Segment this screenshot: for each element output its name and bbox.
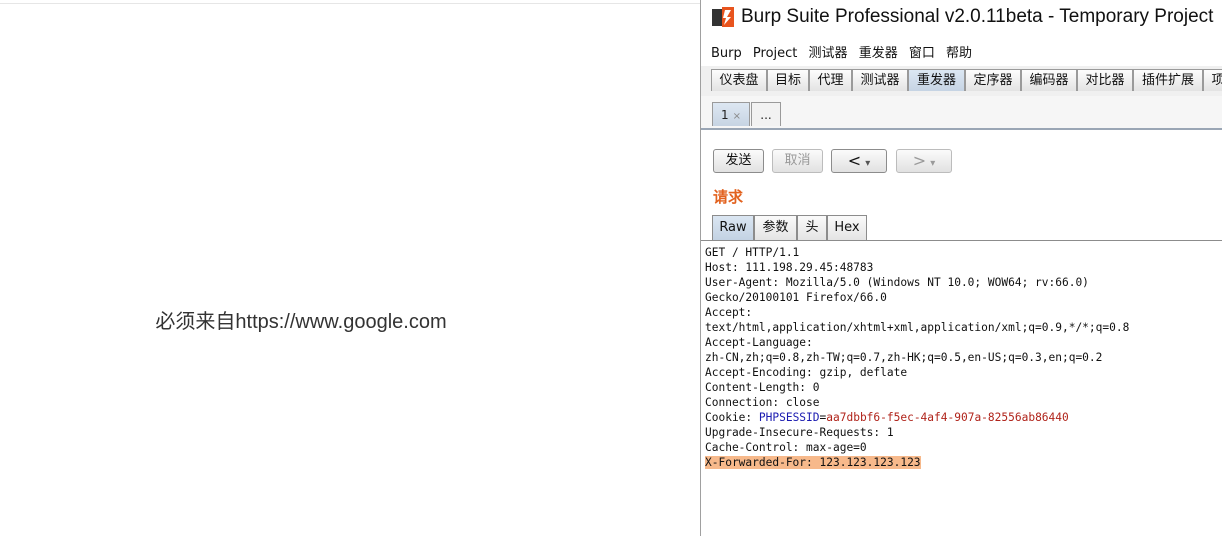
cookie-line: Cookie: PHPSESSID=aa7dbbf6-f5ec-4af4-907… (705, 410, 1221, 425)
header-line: Accept: (705, 306, 753, 319)
cookie-name: PHPSESSID (758, 411, 820, 424)
menu-bar: Burp Project 测试器 重发器 窗口 帮助 (701, 42, 972, 62)
window-title: Burp Suite Professional v2.0.11beta - Te… (741, 6, 1214, 27)
request-label: 请求 (713, 188, 744, 206)
header-line: Cache-Control: max-age=0 (705, 441, 867, 454)
repeater-tab-1[interactable]: 1 × (712, 102, 750, 126)
tab-proxy[interactable]: 代理 (809, 69, 852, 91)
tab-target[interactable]: 目标 (767, 69, 809, 91)
menu-project[interactable]: Project (753, 46, 797, 61)
tab-headers[interactable]: 头 (797, 215, 827, 240)
browser-page: 必须来自https://www.google.com (0, 0, 700, 536)
cookie-value: aa7dbbf6-f5ec-4af4-907a-82556ab86440 (826, 411, 1069, 424)
header-line: zh-CN,zh;q=0.8,zh-TW;q=0.7,zh-HK;q=0.5,e… (705, 351, 1103, 364)
chevron-left-icon: < (847, 151, 862, 170)
repeater-tab-label: 1 (720, 108, 729, 122)
menu-burp[interactable]: Burp (711, 46, 742, 61)
editor-top-border (701, 240, 1222, 241)
header-line: Gecko/20100101 Firefox/66.0 (705, 291, 887, 304)
burp-window: Burp Suite Professional v2.0.11beta - Te… (700, 0, 1222, 536)
xff-header-line: X-Forwarded-For: 123.123.123.123 (705, 456, 921, 469)
tab-hex[interactable]: Hex (827, 215, 867, 240)
browser-message: 必须来自https://www.google.com (155, 311, 447, 333)
header-line: Content-Length: 0 (705, 381, 820, 394)
tab-intruder[interactable]: 测试器 (852, 69, 908, 91)
forward-button[interactable]: > ▾ (896, 149, 952, 173)
tab-dashboard[interactable]: 仪表盘 (711, 69, 767, 91)
header-line: User-Agent: Mozilla/5.0 (Windows NT 10.0… (705, 276, 1089, 289)
header-line: Accept-Encoding: gzip, deflate (705, 366, 908, 379)
title-bar: Burp Suite Professional v2.0.11beta - Te… (701, 0, 1222, 36)
cancel-button[interactable]: 取消 (772, 149, 823, 173)
tab-sequencer[interactable]: 定序器 (965, 69, 1021, 91)
request-editor[interactable]: GET / HTTP/1.1 Host: 111.198.29.45:48783 U… (705, 245, 1221, 470)
request-line: GET / HTTP/1.1 (705, 246, 800, 259)
send-button[interactable]: 发送 (713, 149, 764, 173)
header-line: Host: 111.198.29.45:48783 (705, 261, 874, 274)
tab-comparer[interactable]: 对比器 (1077, 69, 1133, 91)
menu-repeater[interactable]: 重发器 (859, 42, 898, 61)
close-icon[interactable]: × (733, 111, 741, 122)
tab-decoder[interactable]: 编码器 (1021, 69, 1077, 91)
chevron-right-icon: > (912, 151, 927, 170)
header-line: text/html,application/xhtml+xml,applicat… (705, 321, 1130, 334)
request-toolbar: 发送 取消 < ▾ > ▾ 请求 Raw 参数 头 Hex (701, 130, 1222, 240)
menu-intruder[interactable]: 测试器 (809, 42, 848, 61)
new-tab-button[interactable]: ... (751, 102, 781, 126)
cookie-prefix: Cookie: (705, 411, 759, 424)
main-tabs: 仪表盘 目标 代理 测试器 重发器 定序器 编码器 对比器 插件扩展 项 (701, 66, 1222, 98)
menu-window[interactable]: 窗口 (909, 42, 935, 61)
header-line: Accept-Language: (705, 336, 813, 349)
header-line: Connection: close (705, 396, 820, 409)
tab-project-options[interactable]: 项 (1203, 69, 1222, 91)
tab-raw[interactable]: Raw (712, 215, 754, 240)
burp-logo-icon (712, 7, 734, 27)
repeater-tabs: 1 × ... (701, 96, 1222, 130)
tab-params[interactable]: 参数 (754, 215, 797, 240)
browser-top-border (0, 3, 700, 4)
dropdown-arrow-icon: ▾ (930, 158, 936, 169)
menu-help[interactable]: 帮助 (946, 42, 972, 61)
dropdown-arrow-icon: ▾ (865, 158, 871, 169)
tab-extender[interactable]: 插件扩展 (1133, 69, 1203, 91)
back-button[interactable]: < ▾ (831, 149, 887, 173)
header-line: Upgrade-Insecure-Requests: 1 (705, 426, 894, 439)
tab-repeater[interactable]: 重发器 (908, 69, 965, 91)
